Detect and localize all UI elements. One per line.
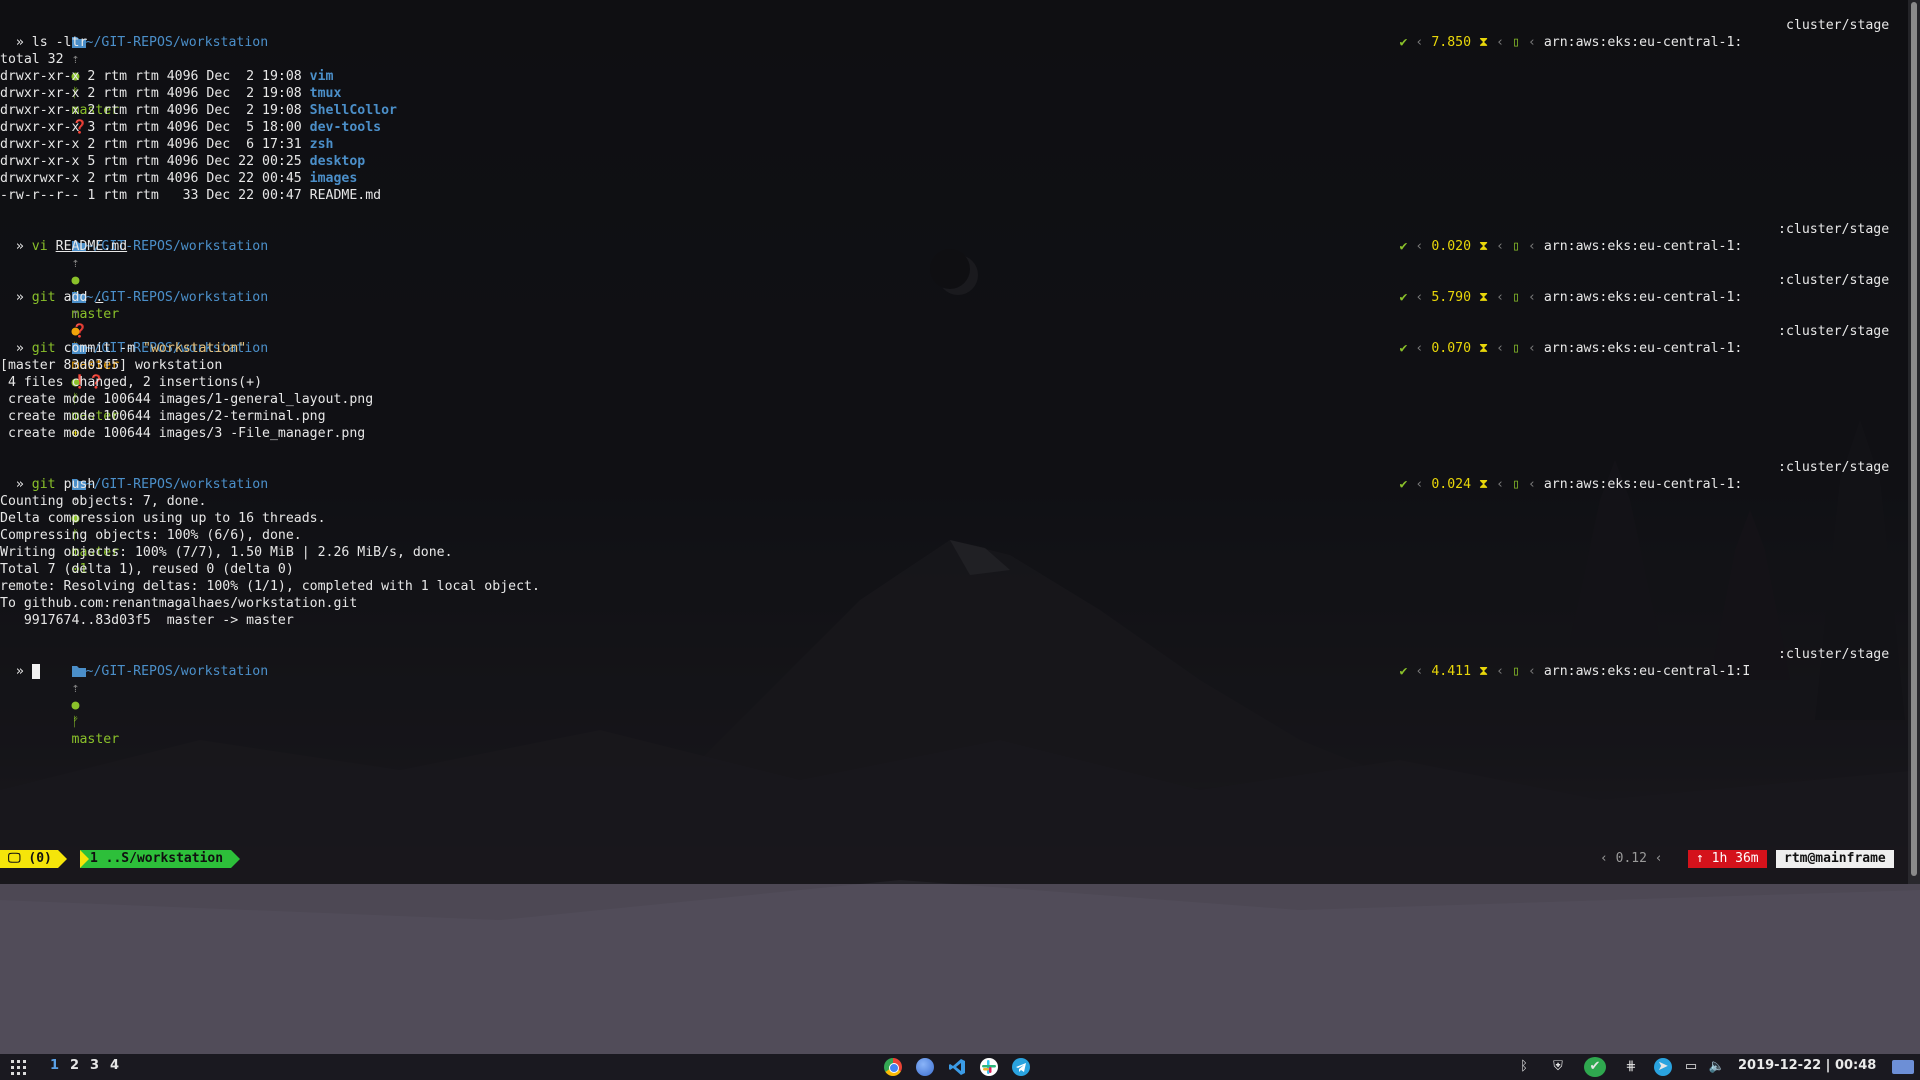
bottom-panel: 1 2 3 4 ᛒ ⛨ ✔ ⋕ ➤ ▭ 🔈 2019-12-22 | 00:48 bbox=[0, 1054, 1920, 1080]
prompt-line: ~/GIT-REPOS/workstation ⇡ ● ᚠ master ❓ ✔… bbox=[71, 222, 1890, 339]
output-line: Writing objects: 100% (7/7), 1.50 MiB | … bbox=[0, 545, 453, 560]
hostname-badge: rtm@mainframe bbox=[1776, 850, 1894, 868]
chrome-icon[interactable] bbox=[884, 1058, 902, 1076]
command-line: » vi README.md bbox=[15, 239, 128, 254]
k8s-namespace: :cluster/stage bbox=[1778, 647, 1890, 662]
command-text: ls -ltr bbox=[31, 35, 88, 50]
prompt-line: ~/GIT-REPOS/workstation ⇡ ● ᚠ master ❗❓ … bbox=[71, 273, 1890, 390]
workspace-4[interactable]: 4 bbox=[110, 1058, 119, 1073]
text-cursor bbox=[31, 663, 40, 679]
command-line: » git add . bbox=[15, 290, 104, 305]
terminal-scrollbar[interactable] bbox=[1908, 0, 1920, 884]
output-line: [master 83d03f5] workstation bbox=[0, 358, 223, 373]
tmux-session[interactable]: 🖵 (0) bbox=[0, 850, 67, 868]
k8s-namespace: :cluster/stage bbox=[1778, 324, 1890, 339]
browser-icon[interactable] bbox=[916, 1058, 934, 1076]
tmux-window-tab[interactable]: 1 ..S/workstation bbox=[80, 850, 241, 868]
output-line: total 32 bbox=[0, 52, 64, 67]
network-icon[interactable]: ⋕ bbox=[1622, 1058, 1640, 1076]
ls-row: drwxr-xr-x 2 rtm rtm 4096 Dec 2 19:08 vi… bbox=[0, 69, 334, 84]
display-icon[interactable]: ▭ bbox=[1682, 1058, 1700, 1076]
output-line: Compressing objects: 100% (6/6), done. bbox=[0, 528, 302, 543]
ls-row: drwxr-xr-x 2 rtm rtm 4096 Dec 2 19:08 tm… bbox=[0, 86, 342, 101]
output-line: create mode 100644 images/3 -File_manage… bbox=[0, 426, 366, 441]
ls-row: drwxrwxr-x 2 rtm rtm 4096 Dec 22 00:45 i… bbox=[0, 171, 358, 186]
ls-row: drwxr-xr-x 3 rtm rtm 4096 Dec 5 18:00 de… bbox=[0, 120, 382, 135]
output-line: Counting objects: 7, done. bbox=[0, 494, 207, 509]
git-branch: master bbox=[71, 732, 120, 747]
tmux-status-bar: 🖵 (0) 1 ..S/workstation ‹ 0.12 ‹ ↑ 1h 36… bbox=[0, 850, 1908, 868]
output-line: 4 files changed, 2 insertions(+) bbox=[0, 375, 263, 390]
prompt-line: ~/GIT-REPOS/workstation ⇡ ● ᚠ master ❓ ✔… bbox=[71, 18, 1890, 135]
command-line: » ls -ltr bbox=[15, 35, 88, 50]
check-icon[interactable]: ✔ bbox=[1584, 1057, 1606, 1077]
k8s-namespace: :cluster/stage bbox=[1778, 222, 1890, 237]
prompt-line: ~/GIT-REPOS/workstation ⇡ ● ᚠ master ⊙1 … bbox=[71, 460, 1890, 577]
output-line: create mode 100644 images/1-general_layo… bbox=[0, 392, 374, 407]
terminal-window[interactable]: ~/GIT-REPOS/workstation ⇡ ● ᚠ master ❓ ✔… bbox=[0, 0, 1908, 884]
branch-icon: ᚠ bbox=[71, 715, 80, 730]
scrollbar-thumb[interactable] bbox=[1911, 2, 1917, 876]
command-input[interactable]: » bbox=[0, 663, 1900, 680]
shield-icon[interactable]: ⛨ bbox=[1550, 1058, 1566, 1076]
k8s-namespace: :cluster/stage bbox=[1778, 460, 1890, 475]
ls-row: -rw-r--r-- 1 rtm rtm 33 Dec 22 00:47 REA… bbox=[0, 188, 382, 203]
monitor-icon: 🖵 bbox=[8, 851, 21, 866]
git-icon: ⇡ bbox=[71, 681, 80, 696]
slack-icon[interactable] bbox=[980, 1058, 998, 1076]
k8s-namespace: :cluster/stage bbox=[1778, 273, 1890, 288]
output-line: To github.com:renantmagalhaes/workstatio… bbox=[0, 596, 358, 611]
ls-row: drwxr-xr-x 2 rtm rtm 4096 Dec 6 17:31 zs… bbox=[0, 137, 334, 152]
k8s-namespace: cluster/stage bbox=[1786, 18, 1890, 33]
prompt-line: ~/GIT-REPOS/workstation ⇡ ● ᚠ master ✔ ‹… bbox=[71, 647, 1890, 747]
load-average: ‹ 0.12 ‹ bbox=[1600, 851, 1663, 866]
arrow-up-icon: ↑ bbox=[1696, 851, 1704, 866]
output-line: 9917674..83d03f5 master -> master bbox=[0, 613, 294, 628]
command-arg: README.md bbox=[55, 239, 128, 254]
ls-row: drwxr-xr-x 5 rtm rtm 4096 Dec 22 00:25 d… bbox=[0, 154, 366, 169]
ls-row: drwxr-xr-x 2 rtm rtm 4096 Dec 2 19:08 Sh… bbox=[0, 103, 397, 118]
app-grid-icon[interactable] bbox=[10, 1059, 27, 1076]
command-line: » git commit -m "workstation" bbox=[15, 341, 247, 356]
show-desktop-button[interactable] bbox=[1892, 1060, 1914, 1074]
prompt-line: ~/GIT-REPOS/workstation ⇡ ● ᚠ master ⊕ ✔… bbox=[71, 324, 1890, 441]
github-icon: ● bbox=[71, 698, 80, 713]
uptime-badge: ↑ 1h 36m bbox=[1688, 850, 1767, 868]
output-line: Total 7 (delta 1), reused 0 (delta 0) bbox=[0, 562, 294, 577]
command-line: » git push bbox=[15, 477, 96, 492]
workspace-3[interactable]: 3 bbox=[90, 1058, 99, 1073]
workspace-2[interactable]: 2 bbox=[70, 1058, 79, 1073]
telegram-icon[interactable] bbox=[1012, 1058, 1030, 1076]
volume-icon[interactable]: 🔈 bbox=[1708, 1058, 1726, 1076]
bluetooth-icon[interactable]: ᛒ bbox=[1516, 1058, 1532, 1076]
vscode-icon[interactable] bbox=[948, 1058, 966, 1076]
workspace-1[interactable]: 1 bbox=[50, 1058, 59, 1073]
telegram-tray-icon[interactable]: ➤ bbox=[1654, 1058, 1672, 1076]
output-line: remote: Resolving deltas: 100% (1/1), co… bbox=[0, 579, 540, 594]
output-line: create mode 100644 images/2-terminal.png bbox=[0, 409, 326, 424]
clock[interactable]: 2019-12-22 | 00:48 bbox=[1738, 1058, 1876, 1073]
output-line: Delta compression using up to 16 threads… bbox=[0, 511, 326, 526]
